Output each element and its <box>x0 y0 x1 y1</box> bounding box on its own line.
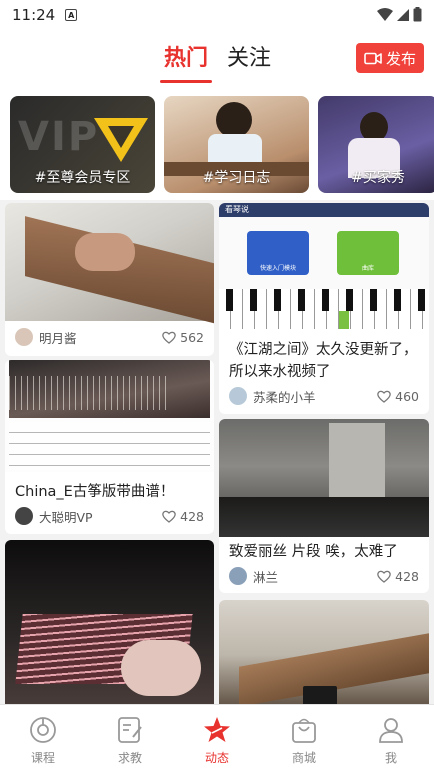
nav-course[interactable]: 课程 <box>13 715 73 766</box>
avatar[interactable] <box>15 328 33 346</box>
feed-card[interactable]: 致爱丽丝 片段 唉，太难了 淋兰 428 <box>219 419 429 593</box>
like-button[interactable]: 428 <box>162 509 204 524</box>
author-name[interactable]: 大聪明VP <box>39 507 162 526</box>
heart-icon <box>377 570 391 583</box>
nav-label: 商城 <box>291 751 316 765</box>
profile-icon <box>379 718 403 743</box>
active-tab-indicator <box>160 80 212 83</box>
feed-card[interactable]: 看琴说 快速入门模块 曲库 《江湖之间》太久没更新了，所以来水视频了 苏柔的小羊… <box>219 203 429 414</box>
video-thumbnail <box>5 203 214 326</box>
feed-star-icon <box>204 717 230 742</box>
like-count: 460 <box>395 388 419 404</box>
tab-hot[interactable]: 热门 <box>164 40 208 72</box>
feed-card[interactable]: 明月酱 562 <box>5 203 214 356</box>
feed-grid: 明月酱 562 看琴说 快速入门模块 曲库 《江湖之间》太久没更新了，所以来水视… <box>0 200 434 704</box>
feed-card[interactable]: China_E古筝版带曲谱！ 大聪明VP 428 <box>5 360 214 534</box>
hand-shape <box>75 233 135 271</box>
avatar[interactable] <box>229 567 247 585</box>
app-header-title: 看琴说 <box>225 205 249 214</box>
nav-feed[interactable]: 动态 <box>187 715 247 766</box>
author-name[interactable]: 明月酱 <box>39 328 162 347</box>
notification-icon: A <box>65 9 78 21</box>
avatar[interactable] <box>15 507 33 525</box>
card-title: 《江湖之间》太久没更新了，所以来水视频了 <box>229 342 418 380</box>
heart-icon <box>162 331 176 344</box>
card-meta: 明月酱 562 <box>15 327 204 347</box>
app-header-bar: 看琴说 <box>219 203 429 217</box>
status-icons <box>377 7 422 22</box>
status-time: 11:24 <box>12 6 56 24</box>
publish-button[interactable]: 发布 <box>356 43 424 73</box>
like-count: 428 <box>180 508 204 524</box>
piano-body <box>219 497 429 537</box>
like-count: 428 <box>395 568 419 584</box>
like-count: 562 <box>180 329 204 345</box>
piano-black-keys <box>219 289 429 311</box>
highlighted-key <box>339 311 349 329</box>
topic-card-buyer-show[interactable]: #买家秀 <box>318 96 434 193</box>
nav-label: 动态 <box>204 751 229 765</box>
guzheng-strings <box>9 376 169 410</box>
status-bar: 11:24 A <box>0 0 434 30</box>
vip-watermark: VIP <box>18 114 100 160</box>
nav-label: 我 <box>384 751 397 765</box>
battery-icon <box>413 7 422 22</box>
avatar[interactable] <box>229 387 247 405</box>
score-sheet <box>9 422 210 470</box>
author-name[interactable]: 苏柔的小羊 <box>253 387 377 406</box>
topic-label: #买家秀 <box>351 170 405 186</box>
vip-logo-icon <box>94 118 148 162</box>
like-button[interactable]: 428 <box>377 569 419 584</box>
topic-card-vip[interactable]: VIP #至尊会员专区 <box>10 96 155 193</box>
wifi-icon <box>377 7 393 21</box>
topic-card-study-log[interactable]: #学习日志 <box>164 96 309 193</box>
signal-icon <box>397 8 409 21</box>
topic-label: #至尊会员专区 <box>34 170 131 186</box>
topic-strip: VIP #至尊会员专区 #学习日志 #买家秀 <box>0 86 434 200</box>
topic-photo <box>216 102 252 138</box>
card-meta: 淋兰 428 <box>229 566 419 586</box>
publish-label: 发布 <box>385 49 416 68</box>
piano-keyboard <box>219 289 429 329</box>
video-thumbnail <box>219 600 429 704</box>
nav-shop[interactable]: 商城 <box>274 715 334 766</box>
like-button[interactable]: 562 <box>162 330 204 345</box>
nav-label: 课程 <box>30 751 55 765</box>
card-meta: 大聪明VP 428 <box>15 506 204 526</box>
ask-icon <box>118 717 142 743</box>
nav-ask[interactable]: 求教 <box>100 715 160 766</box>
video-camera-icon <box>364 52 382 64</box>
nav-profile[interactable]: 我 <box>361 715 421 766</box>
shop-bag-icon <box>292 718 316 743</box>
course-icon <box>30 717 56 743</box>
heart-icon <box>162 510 176 523</box>
app-button-blue: 快速入门模块 <box>247 231 309 275</box>
app-button-green: 曲库 <box>337 231 399 275</box>
card-meta: 苏柔的小羊 460 <box>229 386 419 406</box>
heart-icon <box>377 390 391 403</box>
video-thumbnail <box>5 360 214 472</box>
hand-shape <box>121 640 201 696</box>
feed-card[interactable] <box>5 540 214 704</box>
video-thumbnail <box>219 419 429 537</box>
nav-label: 求教 <box>117 751 142 765</box>
card-title: China_E古筝版带曲谱！ <box>15 484 175 500</box>
speaker-box <box>303 686 337 704</box>
topic-label: #学习日志 <box>202 170 271 186</box>
like-button[interactable]: 460 <box>377 389 419 404</box>
card-title: 致爱丽丝 片段 唉，太难了 <box>229 544 398 560</box>
video-thumbnail <box>5 540 214 704</box>
tab-follow[interactable]: 关注 <box>227 40 271 72</box>
top-header: 热门 关注 发布 <box>0 30 434 86</box>
author-name[interactable]: 淋兰 <box>253 567 377 586</box>
bottom-navigation: 课程 求教 动态 商城 我 <box>0 704 434 773</box>
video-thumbnail: 看琴说 快速入门模块 曲库 <box>219 203 429 329</box>
feed-card[interactable] <box>219 600 429 704</box>
